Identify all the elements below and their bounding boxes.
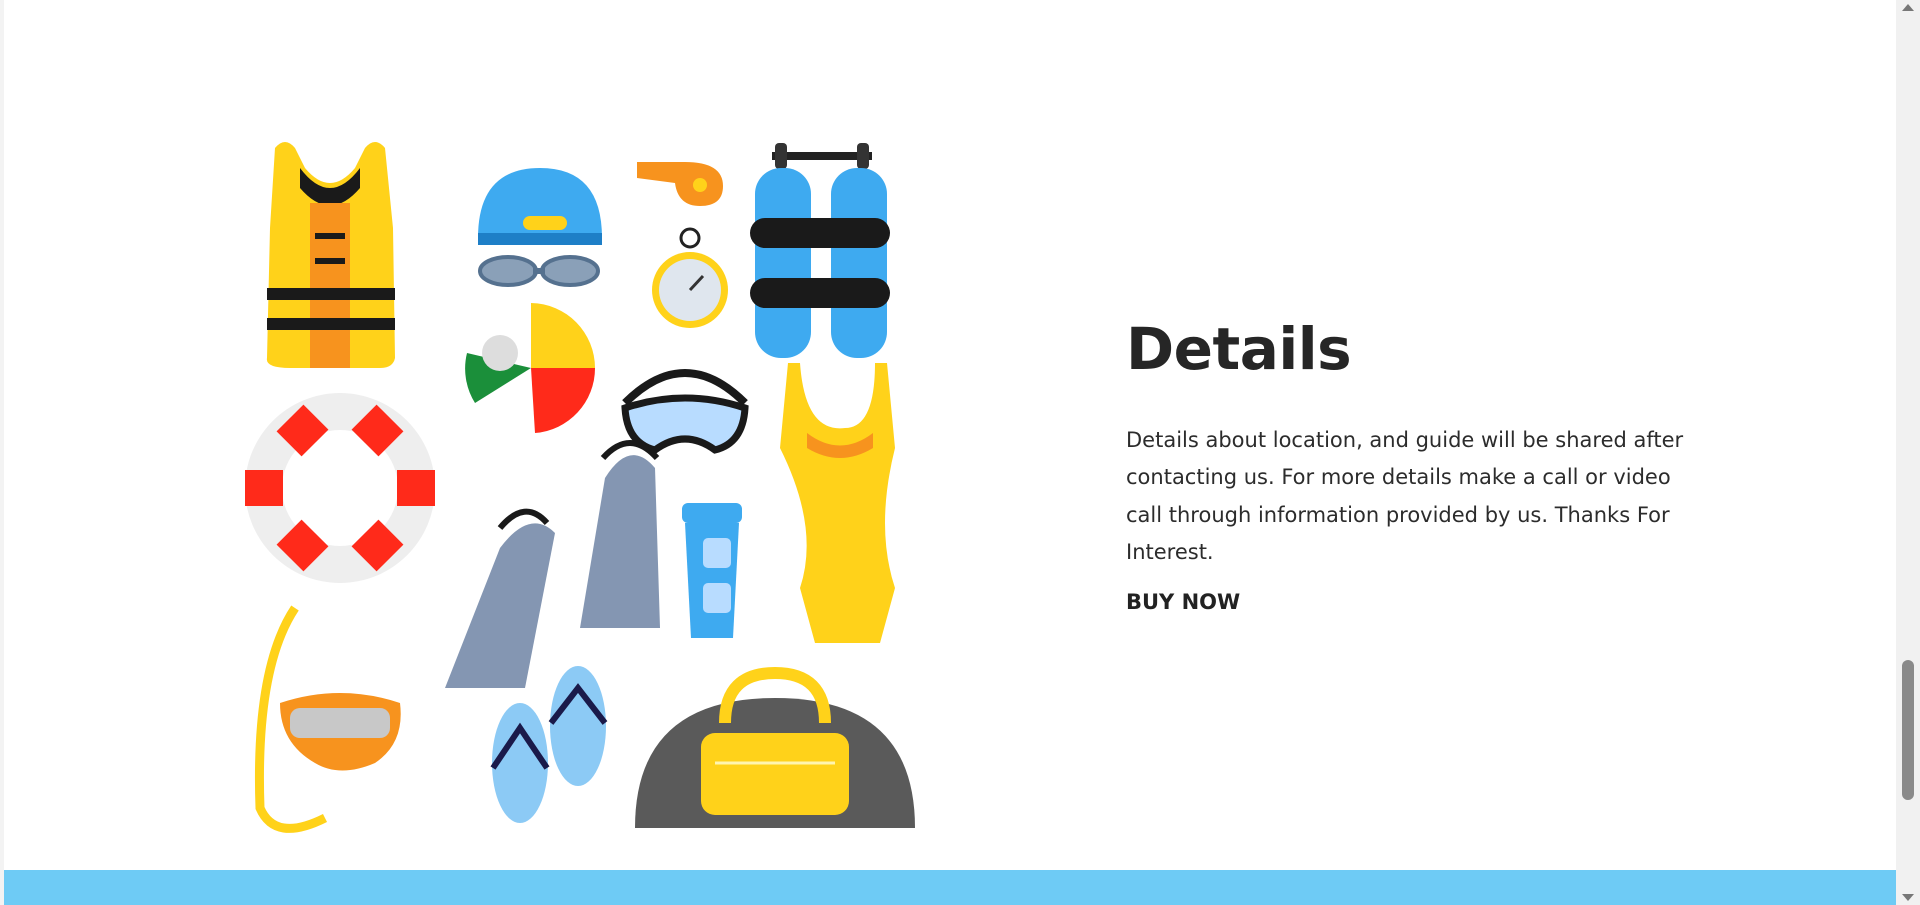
scuba-tanks-icon [750, 143, 890, 358]
page-left-edge [0, 0, 4, 905]
buy-now-link[interactable]: BUY NOW [1126, 590, 1240, 614]
whistle-icon [637, 162, 723, 206]
life-ring-icon [245, 393, 435, 583]
fins-icon [445, 440, 660, 688]
beach-ball-icon [465, 303, 596, 433]
flip-flops-icon [490, 666, 608, 823]
footer-band [4, 870, 1896, 905]
details-title: Details [1126, 315, 1352, 383]
goggles-icon [478, 255, 600, 287]
swim-gear-illustration [245, 128, 935, 833]
scroll-down-icon[interactable] [1902, 894, 1914, 901]
life-vest-icon [266, 142, 395, 368]
swim-mask-icon [621, 369, 749, 454]
swim-cap-icon [478, 168, 602, 245]
page: Details Details about location, and guid… [0, 0, 1920, 905]
swimsuit-icon [780, 363, 895, 643]
details-section: Details Details about location, and guid… [1126, 315, 1706, 614]
scroll-thumb[interactable] [1902, 660, 1914, 800]
vertical-scrollbar[interactable] [1896, 0, 1920, 905]
duffel-bag-icon [635, 666, 915, 828]
scroll-up-icon[interactable] [1902, 4, 1914, 11]
details-description: Details about location, and guide will b… [1126, 427, 1684, 565]
snorkel-icon [254, 605, 401, 833]
water-bottle-icon [682, 503, 742, 638]
stopwatch-icon [652, 227, 728, 328]
